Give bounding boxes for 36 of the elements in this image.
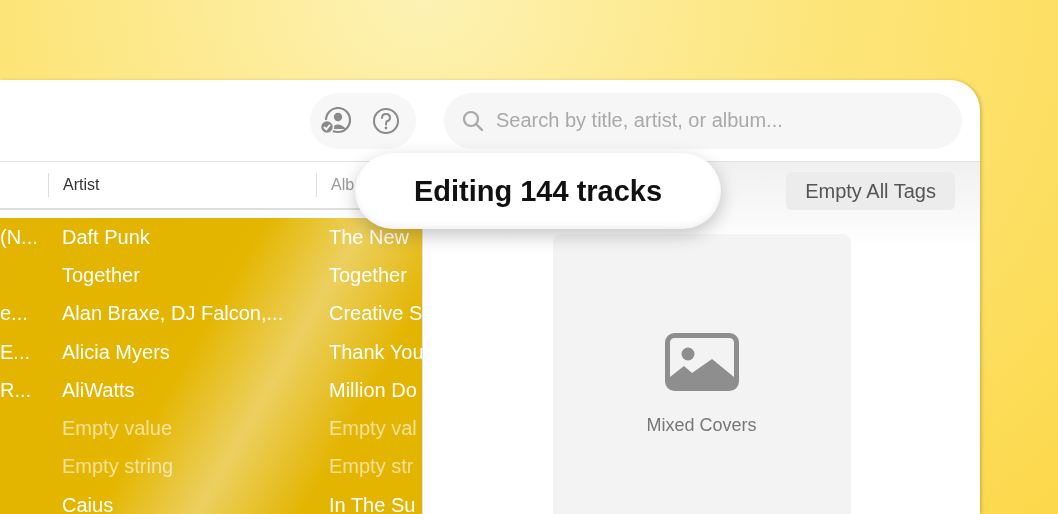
column-header[interactable]: Artist — [49, 173, 317, 197]
table-cell: Thank You — [329, 340, 422, 363]
table-cell: Alicia Myers — [62, 340, 170, 363]
table-cell: Alan Braxe, DJ Falcon,... — [62, 302, 284, 325]
table-cell: Together — [62, 263, 140, 286]
column-header[interactable]: Alb — [317, 176, 355, 194]
table-row[interactable]: Empty value Empty val — [0, 409, 422, 448]
table-row[interactable]: E... Alicia Myers Thank You — [0, 332, 422, 372]
status-popover: Editing 144 tracks — [355, 153, 721, 229]
table-row[interactable]: e... Alan Braxe, DJ Falcon,... Creative S — [0, 294, 422, 333]
table-row[interactable]: R... AliWatts Million Do — [0, 371, 422, 410]
table-cell: Empty value — [62, 417, 173, 440]
table-cell: Empty str — [329, 455, 414, 478]
table-cell: In The Su — [329, 493, 416, 514]
account-check-icon[interactable] — [320, 106, 352, 135]
table-cell: E... — [0, 340, 30, 363]
table-cell: e... — [0, 302, 28, 325]
table-cell: Together — [329, 263, 407, 286]
image-icon — [664, 333, 739, 391]
table-cell: Empty val — [329, 417, 417, 440]
table-cell: Creative S — [329, 302, 422, 325]
table-row[interactable]: Empty string Empty str — [0, 447, 422, 487]
cover-label: Mixed Covers — [646, 415, 757, 436]
table-cell: Million Do — [329, 378, 417, 401]
table-row[interactable]: Together Together — [0, 256, 422, 295]
cover-placeholder[interactable]: Mixed Covers — [552, 234, 851, 514]
table-cell: R... — [0, 378, 32, 401]
table-cell: Caius — [62, 493, 114, 514]
table-cell: (N... — [0, 225, 38, 248]
table-cell: AliWatts — [62, 378, 135, 401]
table-cell: Empty string — [62, 455, 174, 478]
search-field[interactable]: Search by title, artist, or album... — [444, 92, 962, 149]
table-cell: Daft Punk — [62, 225, 150, 248]
empty-tags-button[interactable]: Empty All Tags — [786, 172, 955, 210]
help-icon[interactable] — [372, 106, 400, 135]
table-row[interactable]: Caius In The Su — [0, 486, 422, 514]
